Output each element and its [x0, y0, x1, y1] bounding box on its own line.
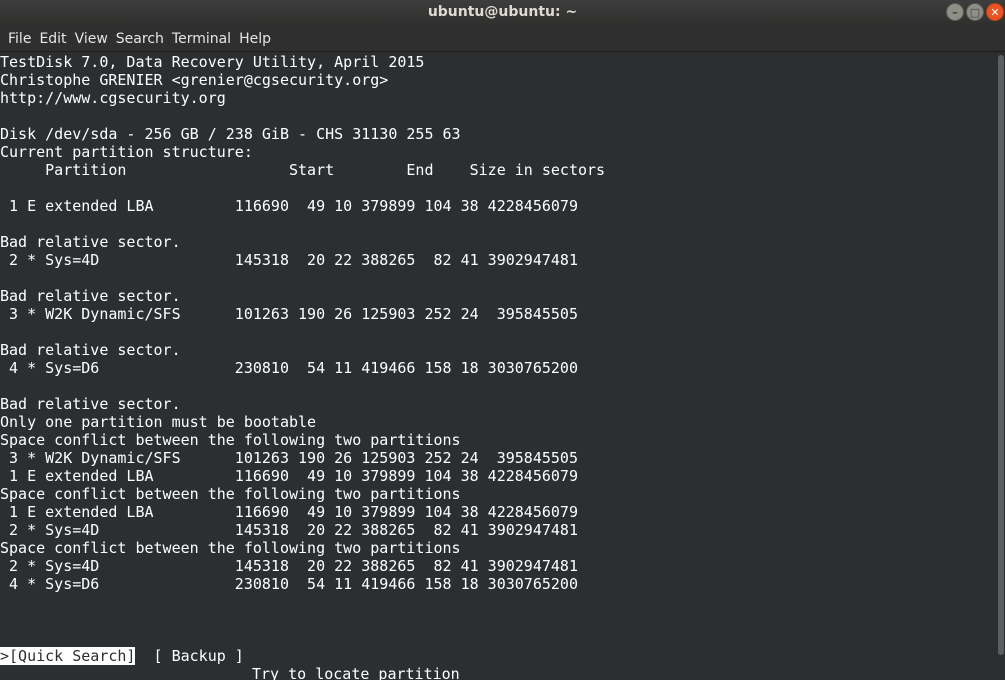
partition-row: 4 * Sys=D6 230810 54 11 419466 158 18 30… [0, 359, 578, 377]
partition-row: 2 * Sys=4D 145318 20 22 388265 82 41 390… [0, 251, 578, 269]
conflict-row: 3 * W2K Dynamic/SFS 101263 190 26 125903… [0, 449, 578, 467]
header-line: Christophe GRENIER <grenier@cgsecurity.o… [0, 71, 389, 89]
menu-terminal[interactable]: Terminal [168, 31, 235, 47]
minimize-icon[interactable]: – [946, 3, 964, 21]
partition-row: 1 E extended LBA 116690 49 10 379899 104… [0, 197, 578, 215]
scrollbar-thumb[interactable] [998, 55, 1004, 655]
bootable-message: Only one partition must be bootable [0, 413, 317, 431]
menu-help[interactable]: Help [235, 31, 275, 47]
error-message: Bad relative sector. [0, 287, 181, 305]
error-message: Bad relative sector. [0, 395, 181, 413]
conflict-row: 1 E extended LBA 116690 49 10 379899 104… [0, 467, 578, 485]
disk-info: Disk /dev/sda - 256 GB / 238 GiB - CHS 3… [0, 125, 461, 143]
partition-row: 3 * W2K Dynamic/SFS 101263 190 26 125903… [0, 305, 578, 323]
error-message: Bad relative sector. [0, 341, 181, 359]
quick-search-option[interactable]: >[Quick Search] [0, 647, 136, 665]
maximize-icon[interactable]: □ [966, 3, 984, 21]
menu-edit[interactable]: Edit [35, 31, 70, 47]
menu-cursor: > [0, 647, 10, 665]
quick-search-label: [Quick Search] [9, 647, 136, 665]
menubar: File Edit View Search Terminal Help [0, 26, 1005, 52]
conflict-row: 2 * Sys=4D 145318 20 22 388265 82 41 390… [0, 557, 578, 575]
conflict-heading: Space conflict between the following two… [0, 431, 461, 449]
window-title: ubuntu@ubuntu: ~ [427, 4, 578, 20]
menu-view[interactable]: View [71, 31, 112, 47]
conflict-row: 4 * Sys=D6 230810 54 11 419466 158 18 30… [0, 575, 578, 593]
conflict-heading: Space conflict between the following two… [0, 485, 461, 503]
header-line: TestDisk 7.0, Data Recovery Utility, Apr… [0, 53, 425, 71]
menu-file[interactable]: File [4, 31, 35, 47]
structure-heading: Current partition structure: [0, 143, 253, 161]
backup-option[interactable]: [ Backup ] [154, 647, 244, 665]
header-line: http://www.cgsecurity.org [0, 89, 226, 107]
column-headers: Partition Start End Size in sectors [0, 161, 606, 179]
terminal-scrollbar[interactable] [997, 53, 1005, 680]
error-message: Bad relative sector. [0, 233, 181, 251]
window-titlebar: ubuntu@ubuntu: ~ – □ ✕ [0, 0, 1005, 26]
window-controls: – □ ✕ [946, 3, 1004, 21]
conflict-row: 2 * Sys=4D 145318 20 22 388265 82 41 390… [0, 521, 578, 539]
action-menu: >[Quick Search] [ Backup ] [0, 647, 244, 665]
action-hint: Try to locate partition [252, 665, 460, 680]
terminal-output[interactable]: TestDisk 7.0, Data Recovery Utility, Apr… [0, 53, 1005, 680]
conflict-row: 1 E extended LBA 116690 49 10 379899 104… [0, 503, 578, 521]
menu-search[interactable]: Search [112, 31, 168, 47]
conflict-heading: Space conflict between the following two… [0, 539, 461, 557]
close-icon[interactable]: ✕ [986, 3, 1004, 21]
